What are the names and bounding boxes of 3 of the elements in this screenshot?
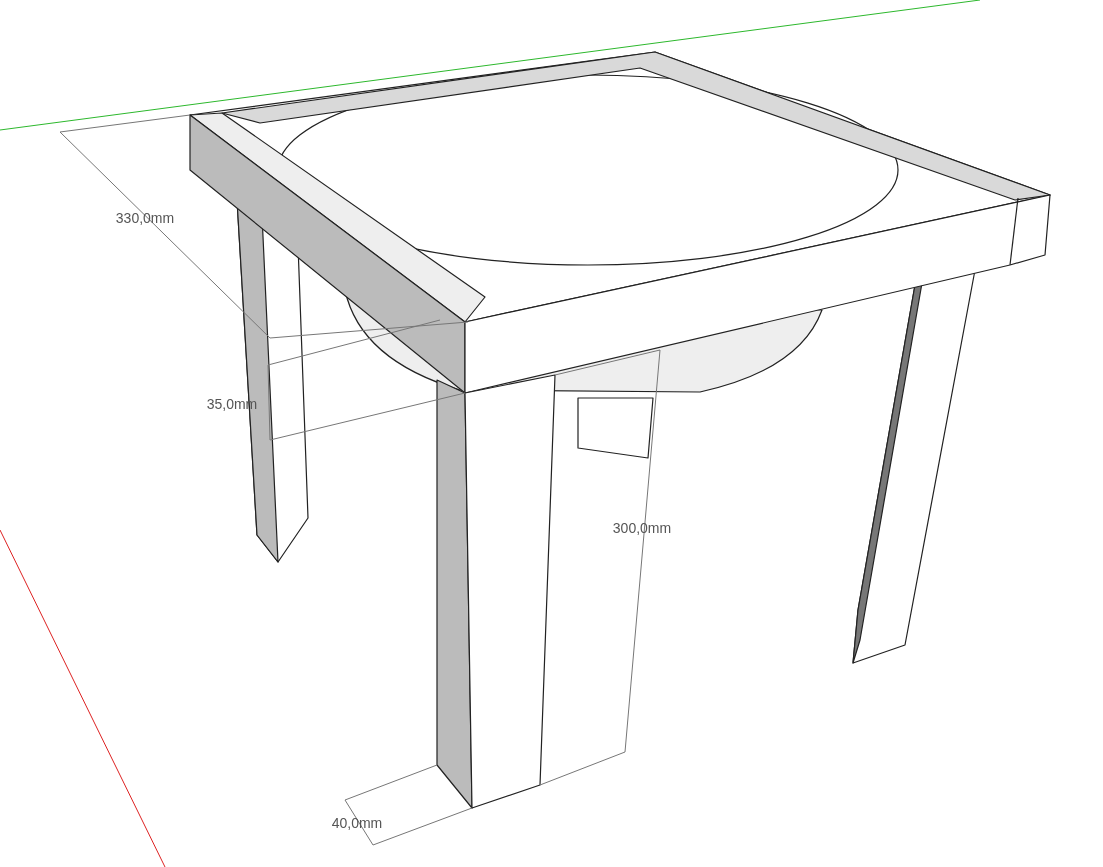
dimension-label: 40,0mm: [331, 815, 383, 831]
dimension-label: 300,0mm: [612, 520, 672, 536]
dimension-label: 330,0mm: [115, 210, 175, 226]
